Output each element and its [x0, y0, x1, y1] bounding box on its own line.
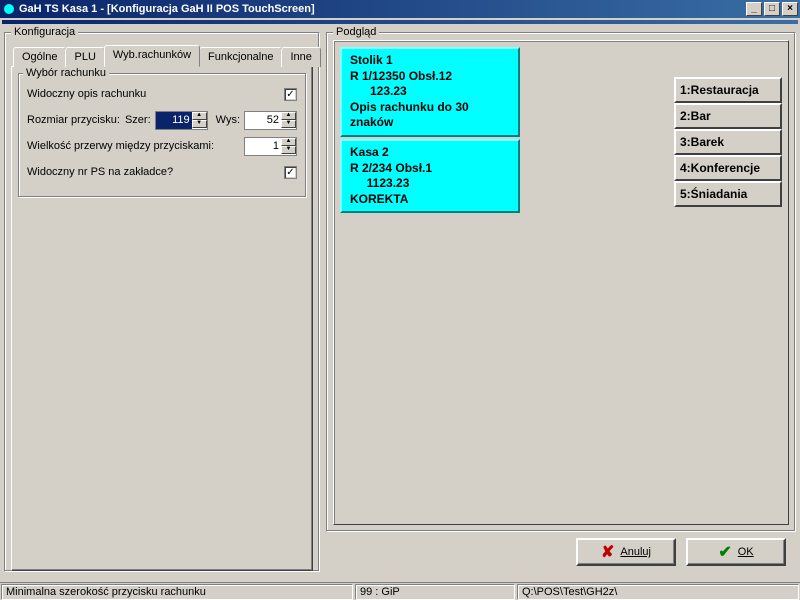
tile-line: Kasa 2 [350, 145, 510, 161]
tab-funkcjonalne[interactable]: Funkcjonalne [199, 47, 282, 67]
spin-up-icon[interactable]: ▲ [281, 138, 296, 146]
tab-ogolne[interactable]: Ogólne [13, 47, 66, 67]
tile-line: Opis rachunku do 30 znaków [350, 100, 510, 131]
ok-button[interactable]: ✔ OK [686, 538, 786, 566]
tab-content: Wybór rachunku Widoczny opis rachunku ✓ … [11, 66, 313, 571]
status-hint: Minimalna szerokość przycisku rachunku [1, 584, 353, 600]
tile-line: 123.23 [350, 84, 510, 100]
preview-label: Podgląd [333, 26, 379, 38]
tile-line: KOREKTA [350, 192, 510, 208]
ps-tab-checkbox[interactable]: ✓ [284, 166, 297, 179]
preview-groupbox: Podgląd Stolik 1 R 1/12350 Obsł.12 123.2… [326, 32, 796, 532]
tab-inne[interactable]: Inne [281, 47, 320, 67]
tile-line: Stolik 1 [350, 53, 510, 69]
wys-label: Wys: [216, 114, 240, 126]
wybor-rachunku-label: Wybór rachunku [23, 67, 109, 79]
minimize-button[interactable]: _ [746, 2, 762, 16]
room-button[interactable]: 5:Śniadania [674, 181, 782, 207]
cancel-label: Anuluj [620, 546, 651, 558]
button-size-label: Rozmiar przycisku: [27, 114, 125, 126]
status-path: Q:\POS\Test\GH2z\ [517, 584, 799, 600]
tab-plu[interactable]: PLU [65, 47, 104, 67]
tile-line: 1123.23 [350, 176, 510, 192]
config-tabs: Ogólne PLU Wyb.rachunków Funkcjonalne In… [13, 47, 313, 67]
spin-down-icon[interactable]: ▼ [281, 120, 296, 128]
gap-label: Wielkość przerwy między przyciskami: [27, 140, 244, 152]
spin-up-icon[interactable]: ▲ [281, 112, 296, 120]
gap-spinner[interactable]: ▲▼ [244, 137, 297, 156]
maximize-button[interactable]: □ [764, 2, 780, 16]
visible-desc-checkbox[interactable]: ✓ [284, 88, 297, 101]
window-title: GaH TS Kasa 1 - [Konfiguracja GaH II POS… [19, 3, 746, 15]
room-button[interactable]: 2:Bar [674, 103, 782, 129]
cancel-icon: ✘ [601, 542, 614, 562]
config-label: Konfiguracja [11, 26, 78, 38]
config-groupbox: Konfiguracja Ogólne PLU Wyb.rachunków Fu… [4, 32, 320, 572]
wys-spinner[interactable]: ▲▼ [244, 111, 297, 130]
gap-input[interactable] [245, 138, 281, 155]
room-button[interactable]: 1:Restauracja [674, 77, 782, 103]
room-button[interactable]: 3:Barek [674, 129, 782, 155]
wybor-rachunku-group: Wybór rachunku Widoczny opis rachunku ✓ … [18, 73, 306, 197]
tile-line: R 1/12350 Obsł.12 [350, 69, 510, 85]
titlebar: GaH TS Kasa 1 - [Konfiguracja GaH II POS… [0, 0, 800, 18]
spin-down-icon[interactable]: ▼ [281, 146, 296, 154]
statusbar: Minimalna szerokość przycisku rachunku 9… [0, 582, 800, 600]
wys-input[interactable] [245, 112, 281, 129]
app-icon [2, 2, 16, 16]
cancel-button[interactable]: ✘ Anuluj [576, 538, 676, 566]
szer-spinner[interactable]: ▲▼ [155, 111, 208, 130]
szer-input[interactable] [156, 112, 192, 129]
tab-wybrachunkow[interactable]: Wyb.rachunków [104, 45, 200, 67]
szer-label: Szer: [125, 114, 151, 126]
spin-down-icon[interactable]: ▼ [192, 120, 207, 128]
pos-tile[interactable]: Kasa 2 R 2/234 Obsł.1 1123.23 KOREKTA [340, 139, 520, 213]
spin-up-icon[interactable]: ▲ [192, 112, 207, 120]
ok-label: OK [738, 546, 754, 558]
visible-desc-label: Widoczny opis rachunku [27, 88, 274, 100]
room-button[interactable]: 4:Konferencje [674, 155, 782, 181]
pos-tile[interactable]: Stolik 1 R 1/12350 Obsł.12 123.23 Opis r… [340, 47, 520, 137]
ps-tab-label: Widoczny nr PS na zakładce? [27, 166, 274, 178]
close-button[interactable]: × [782, 2, 798, 16]
tile-line: R 2/234 Obsł.1 [350, 161, 510, 177]
status-user: 99 : GiP [355, 584, 515, 600]
ok-icon: ✔ [718, 542, 731, 562]
preview-area: Stolik 1 R 1/12350 Obsł.12 123.23 Opis r… [333, 40, 789, 525]
